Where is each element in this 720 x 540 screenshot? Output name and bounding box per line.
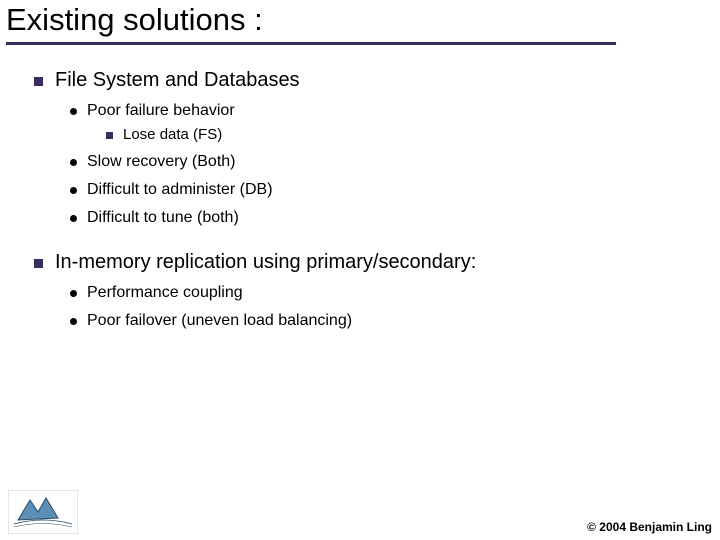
subitem-text: Lose data (FS) <box>123 126 690 143</box>
bullet-level1: In-memory replication using primary/seco… <box>34 251 690 274</box>
bullet-level2: Difficult to tune (both) <box>70 209 690 227</box>
item-text: Poor failure behavior <box>87 102 690 120</box>
bullet-level2: Performance coupling <box>70 284 690 302</box>
square-bullet-icon <box>106 132 113 139</box>
item-text: Poor failover (uneven load balancing) <box>87 312 690 330</box>
section-heading: In-memory replication using primary/seco… <box>55 251 690 274</box>
bullet-level2: Poor failover (uneven load balancing) <box>70 312 690 330</box>
dot-bullet-icon <box>70 187 77 194</box>
dot-bullet-icon <box>70 215 77 222</box>
bullet-level1: File System and Databases <box>34 69 690 92</box>
section-heading: File System and Databases <box>55 69 690 92</box>
roc-logo <box>8 490 78 534</box>
item-text: Difficult to tune (both) <box>87 209 690 227</box>
square-bullet-icon <box>34 259 43 268</box>
dot-bullet-icon <box>70 318 77 325</box>
title-area: Existing solutions : <box>0 0 720 45</box>
slide-title: Existing solutions : <box>6 0 712 38</box>
item-text: Performance coupling <box>87 284 690 302</box>
square-bullet-icon <box>34 77 43 86</box>
item-text: Difficult to administer (DB) <box>87 181 690 199</box>
dot-bullet-icon <box>70 108 77 115</box>
bullet-level2: Poor failure behavior <box>70 102 690 120</box>
item-text: Slow recovery (Both) <box>87 153 690 171</box>
content-body: File System and Databases Poor failure b… <box>0 45 720 330</box>
bullet-level2: Slow recovery (Both) <box>70 153 690 171</box>
bullet-level2: Difficult to administer (DB) <box>70 181 690 199</box>
dot-bullet-icon <box>70 290 77 297</box>
copyright-footer: © 2004 Benjamin Ling <box>587 520 712 534</box>
dot-bullet-icon <box>70 159 77 166</box>
bullet-level3: Lose data (FS) <box>106 126 690 143</box>
